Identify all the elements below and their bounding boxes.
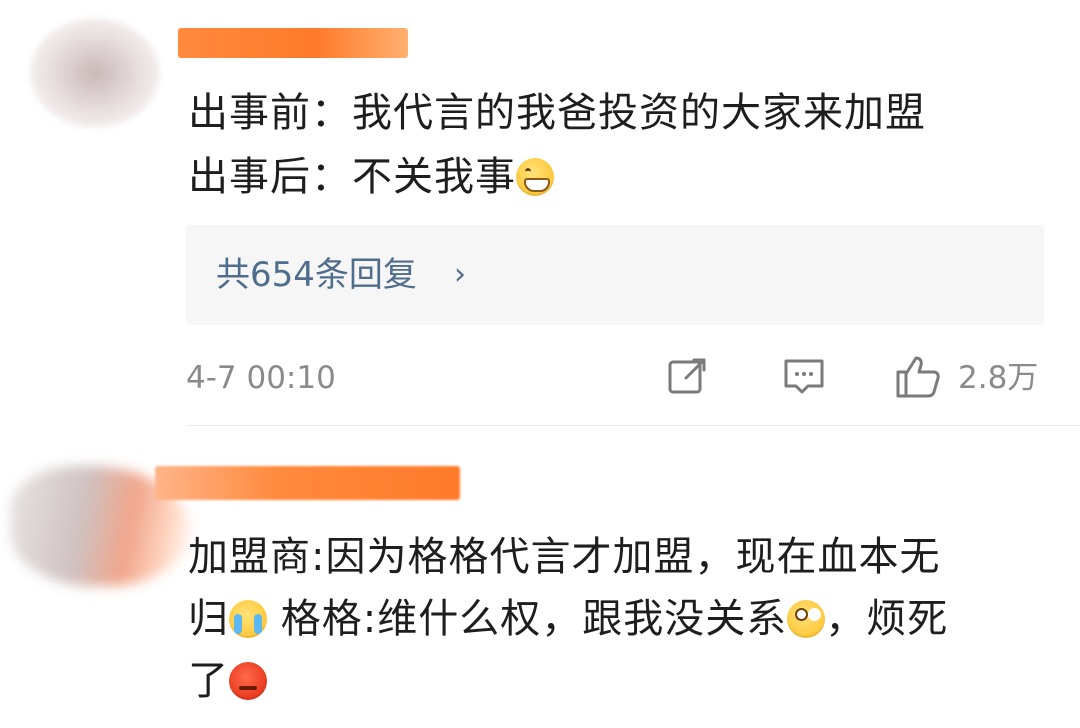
crying-emoji-icon [229,600,267,638]
comment-text-line: 了 [188,650,267,712]
username-redacted[interactable] [178,28,408,58]
timestamp: 4-7 00:10 [186,360,336,396]
chevron-right-icon: › [454,257,466,292]
grin-emoji-icon [516,158,554,196]
username-redacted[interactable] [155,466,460,500]
avatar[interactable] [30,18,160,128]
replies-link[interactable]: 共654条回复 › [186,225,1044,325]
share-icon[interactable] [664,352,712,404]
comment-text-line: 加盟商:因为格格代言才加盟，现在血本无 [188,534,941,580]
comment-text-line: 归 格格:维什么权，跟我没关系 ，烦死 [188,596,949,642]
thumbs-up-icon[interactable] [892,352,944,404]
comment-meta-row: 4-7 00:10 2.8万 [186,352,1046,404]
comment-icon[interactable] [780,352,828,404]
comment-text-line: 出事前：我代言的我爸投资的大家来加盟 [188,90,926,136]
comment-item: 出事前：我代言的我爸投资的大家来加盟 出事后：不关我事 共654条回复 › 4-… [0,0,1080,425]
replies-count-label: 共654条回复 [216,255,417,295]
comment-item: 加盟商:因为格格代言才加盟，现在血本无 归 格格:维什么权，跟我没关系 ，烦死 了 [0,426,1080,728]
eye-roll-emoji-icon [787,600,826,638]
angry-emoji-icon [229,662,267,700]
comment-text-line: 出事后：不关我事 [188,146,554,208]
like-count: 2.8万 [958,360,1039,396]
